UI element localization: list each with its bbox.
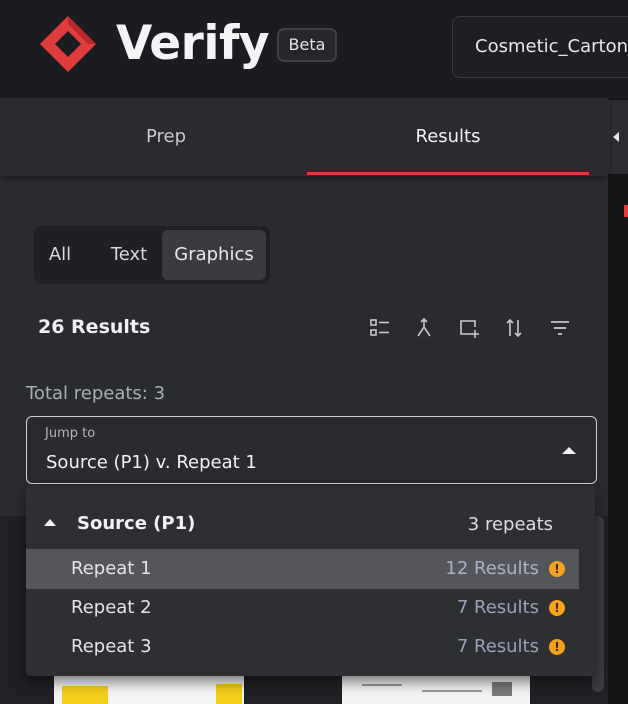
sort-icon[interactable] — [502, 316, 526, 340]
filter-graphics[interactable]: Graphics — [162, 230, 266, 280]
list-view-icon[interactable] — [368, 316, 392, 340]
chevron-left-icon — [613, 132, 619, 142]
thumbnail-graphic — [216, 684, 242, 704]
filter-icon[interactable] — [548, 316, 572, 340]
collapse-panel-button[interactable] — [608, 100, 628, 174]
beta-badge: Beta — [277, 28, 337, 62]
menu-item-label: Repeat 2 — [71, 597, 152, 618]
result-thumbnail[interactable] — [342, 676, 530, 704]
result-thumbnail[interactable] — [54, 676, 244, 704]
thumbnail-line — [362, 684, 402, 686]
results-count: 26 Results — [38, 316, 151, 338]
filter-all[interactable]: All — [40, 230, 80, 280]
jump-to-label: Jump to — [45, 426, 96, 441]
tab-results[interactable]: Results — [307, 98, 589, 176]
add-region-icon[interactable] — [457, 316, 481, 340]
menu-item-repeat-1[interactable]: Repeat 1 12 Results ! — [26, 549, 579, 589]
caret-up-icon — [562, 447, 576, 454]
warning-icon: ! — [549, 600, 565, 616]
tab-prep[interactable]: Prep — [26, 98, 306, 176]
warning-icon: ! — [549, 639, 565, 655]
viewer-marker — [624, 205, 628, 217]
menu-item-repeat-2[interactable]: Repeat 2 7 Results ! — [26, 588, 579, 628]
menu-item-count: 7 Results — [456, 597, 539, 618]
file-name-field[interactable]: Cosmetic_Carton_ — [452, 16, 628, 78]
menu-group-count: 3 repeats — [467, 514, 553, 535]
menu-item-repeat-3[interactable]: Repeat 3 7 Results ! — [26, 627, 579, 667]
type-filter: All Text Graphics — [34, 226, 270, 284]
merge-icon[interactable] — [412, 316, 436, 340]
tab-bar: Prep Results — [0, 98, 608, 176]
warning-icon: ! — [549, 561, 565, 577]
jump-to-menu: Source (P1) 3 repeats Repeat 1 12 Result… — [26, 486, 595, 676]
active-tab-indicator — [307, 172, 589, 175]
jump-to-select[interactable]: Jump to Source (P1) v. Repeat 1 — [26, 416, 597, 484]
menu-item-count: 7 Results — [456, 636, 539, 657]
menu-item-label: Repeat 1 — [71, 558, 152, 579]
total-repeats: Total repeats: 3 — [26, 383, 166, 404]
filter-text[interactable]: Text — [92, 230, 166, 280]
brand-name: Verify — [116, 16, 270, 71]
menu-group-title[interactable]: Source (P1) — [77, 513, 195, 534]
menu-item-label: Repeat 3 — [71, 636, 152, 657]
thumbnail-graphic — [62, 686, 108, 704]
collapse-caret-icon[interactable] — [44, 519, 56, 526]
verify-logo-icon — [40, 16, 96, 72]
viewer-edge — [608, 98, 628, 704]
app-header: Verify Beta Cosmetic_Carton_ — [0, 0, 628, 98]
jump-to-value: Source (P1) v. Repeat 1 — [46, 452, 257, 473]
thumbnail-line — [492, 682, 512, 696]
menu-item-count: 12 Results — [445, 558, 539, 579]
thumbnail-line — [422, 690, 482, 692]
